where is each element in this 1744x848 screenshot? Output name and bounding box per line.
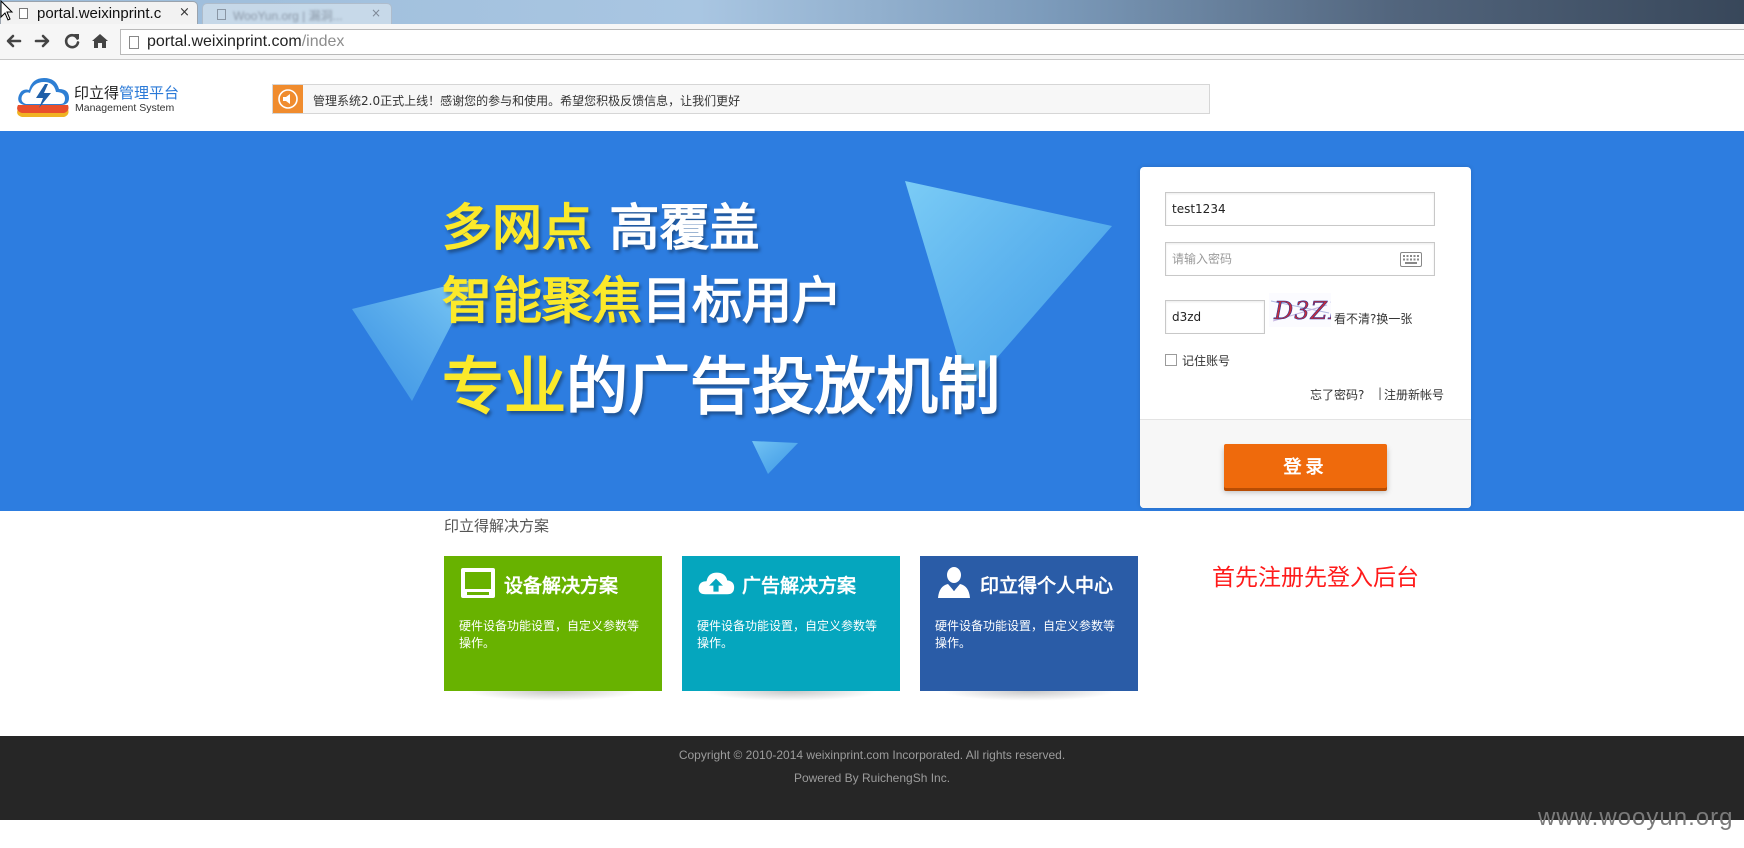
browser-tab-active[interactable]: portal.weixinprint.c ×	[0, 1, 198, 24]
password-input[interactable]	[1165, 242, 1435, 276]
tab-title: WooYun.org | 漏洞...	[233, 9, 343, 23]
logo-title-main: 印立得	[74, 84, 120, 102]
slogan-line-1-highlight: 多网点	[442, 199, 592, 257]
slogan-line-2-highlight: 智能聚焦	[442, 272, 642, 330]
solutions-title: 印立得解决方案	[444, 517, 550, 535]
browser-tab-strip: portal.weixinprint.c × WooYun.org | 漏洞..…	[0, 0, 1744, 24]
solution-card-description: 硬件设备功能设置，自定义参数等操作。	[935, 619, 1116, 650]
red-annotation-text: 首先注册先登入后台	[1212, 565, 1419, 591]
cloud-upload-icon	[698, 572, 735, 595]
login-footer: 登录	[1140, 419, 1471, 508]
back-arrow-icon[interactable]	[3, 30, 25, 52]
copyright-text: Copyright © 2010-2014 weixinprint.com In…	[678, 748, 1066, 762]
monitor-icon	[461, 568, 495, 598]
cloud-logo-icon	[17, 78, 70, 117]
login-panel: D3ZD 看不清?换一张 记住账号 忘了密码? | 注册新帐号 登录	[1140, 167, 1471, 508]
slogan-line-3-text: 的广告投放机制	[566, 350, 1001, 423]
slogan-line-2: 智能聚焦目标用户	[442, 261, 842, 333]
url-host: portal.weixinprint.com	[147, 33, 302, 50]
address-bar[interactable]: portal.weixinprint.com/index	[120, 29, 1744, 55]
site-logo[interactable]: 印立得管理平台 Management System	[14, 71, 184, 123]
browser-toolbar: portal.weixinprint.com/index	[0, 24, 1744, 60]
captcha-refresh-link[interactable]: 看不清?换一张	[1334, 310, 1412, 327]
browser-tab-inactive[interactable]: WooYun.org | 漏洞... ×	[202, 3, 392, 24]
slogan-line-1-text: 高覆盖	[592, 199, 760, 257]
hero-decoration	[352, 181, 1112, 474]
logo-title-accent: 管理平台	[119, 84, 180, 102]
solution-card-description: 硬件设备功能设置，自定义参数等操作。	[697, 619, 878, 650]
site-footer: Copyright © 2010-2014 weixinprint.com In…	[0, 736, 1744, 820]
solution-card-title: 广告解决方案	[742, 575, 857, 597]
user-icon	[938, 567, 970, 598]
remember-checkbox[interactable]	[1165, 354, 1177, 366]
forward-arrow-icon[interactable]	[31, 30, 53, 52]
home-icon[interactable]	[89, 30, 111, 52]
link-separator: |	[1378, 386, 1383, 400]
slogan-line-2-text: 目标用户	[642, 272, 842, 330]
register-link[interactable]: 注册新帐号	[1384, 386, 1444, 403]
solution-card-advertising[interactable]: 广告解决方案 硬件设备功能设置，自定义参数等操作。	[682, 556, 900, 701]
slogan-line-3: 专业的广告投放机制	[442, 336, 1000, 426]
url-path: /index	[301, 33, 345, 50]
url-text[interactable]: portal.weixinprint.com/index	[147, 33, 344, 51]
captcha-input[interactable]	[1165, 300, 1265, 334]
solution-card-description: 硬件设备功能设置，自定义参数等操作。	[459, 619, 640, 650]
captcha-image[interactable]: D3ZD	[1269, 293, 1331, 327]
slogan-line-3-highlight: 专业	[442, 350, 567, 423]
logo-title: 印立得管理平台	[74, 82, 179, 103]
username-input[interactable]	[1165, 192, 1435, 226]
remember-label[interactable]: 记住账号	[1182, 352, 1230, 369]
page-icon	[19, 8, 28, 19]
slogan-line-1: 多网点 高覆盖	[442, 188, 759, 260]
solution-card-title: 印立得个人中心	[980, 575, 1114, 597]
logo-subtitle: Management System	[75, 102, 175, 114]
speaker-icon	[273, 85, 303, 113]
mouse-cursor-icon	[0, 0, 14, 21]
tab-close-icon[interactable]: ×	[179, 5, 190, 20]
announcement-bar: 管理系统2.0正式上线！感谢您的参与和使用。希望您积极反馈信息，让我们更好	[272, 84, 1210, 114]
keyboard-icon[interactable]	[1400, 252, 1422, 267]
site-header: 印立得管理平台 Management System 管理系统2.0正式上线！感谢…	[0, 61, 1744, 131]
announcement-text: 管理系统2.0正式上线！感谢您的参与和使用。希望您积极反馈信息，让我们更好	[313, 94, 741, 108]
tab-close-icon[interactable]: ×	[371, 6, 381, 20]
reload-icon[interactable]	[61, 30, 83, 52]
powered-by-text: Powered By RuichengSh Inc.	[793, 771, 951, 785]
login-button[interactable]: 登录	[1224, 444, 1387, 488]
solution-card-device[interactable]: 设备解决方案 硬件设备功能设置，自定义参数等操作。	[444, 556, 662, 701]
page-icon	[129, 36, 139, 49]
hero-banner: 多网点 高覆盖 智能聚焦目标用户 专业的广告投放机制	[0, 131, 1744, 511]
solution-card-personal-center[interactable]: 印立得个人中心 硬件设备功能设置，自定义参数等操作。	[920, 556, 1138, 701]
page-icon	[217, 9, 226, 20]
forgot-password-link[interactable]: 忘了密码?	[1310, 386, 1364, 403]
tab-title: portal.weixinprint.c	[37, 5, 162, 22]
watermark: www.wooyun.org	[1538, 804, 1734, 831]
solution-card-title: 设备解决方案	[504, 575, 619, 597]
captcha-image-text: D3ZD	[1273, 297, 1331, 325]
